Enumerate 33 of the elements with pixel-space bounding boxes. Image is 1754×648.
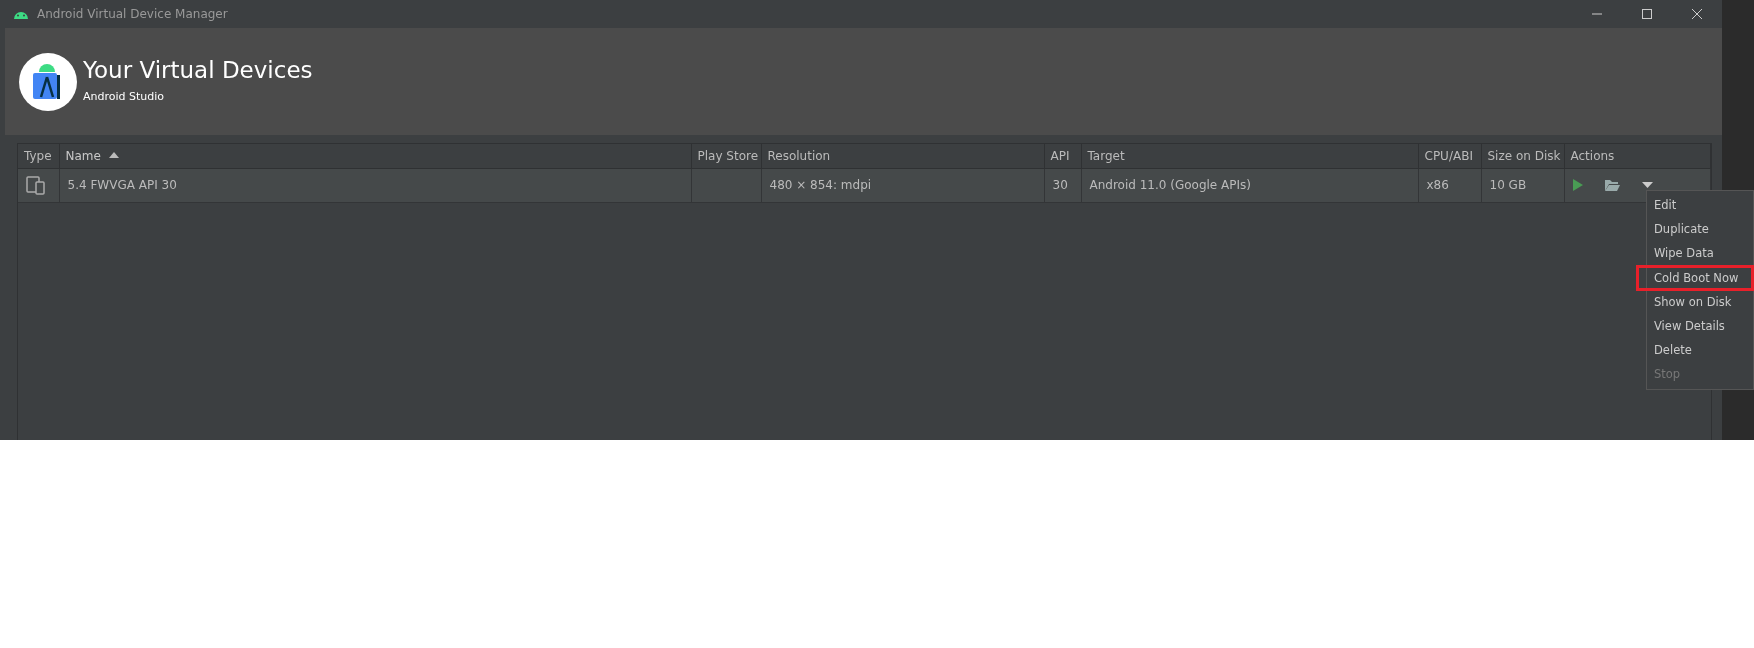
android-studio-logo <box>19 52 77 111</box>
resolution-cell: 480 × 854: mdpi <box>761 168 1044 202</box>
phone-tablet-icon <box>26 175 46 195</box>
cpu-cell: x86 <box>1418 168 1481 202</box>
menu-item[interactable]: View Details <box>1647 313 1753 339</box>
page-title: Your Virtual Devices <box>83 57 313 83</box>
maximize-icon <box>1641 8 1653 20</box>
menu-item[interactable]: Cold Boot Now <box>1637 265 1753 290</box>
menu-item[interactable]: Show on Disk <box>1647 289 1753 314</box>
column-header[interactable]: Type <box>18 144 59 168</box>
size-cell: 10 GB <box>1481 168 1564 202</box>
play-icon[interactable] <box>1572 179 1583 191</box>
menu-item[interactable]: Duplicate <box>1647 217 1753 242</box>
target-cell: Android 11.0 (Google APIs) <box>1081 168 1418 202</box>
close-icon <box>1691 8 1703 20</box>
column-header[interactable]: CPU/ABI <box>1418 144 1481 168</box>
column-header[interactable]: API <box>1044 144 1081 168</box>
page-subtitle: Android Studio <box>83 88 166 105</box>
column-header[interactable]: Actions <box>1564 144 1711 168</box>
name-cell: 5.4 FWVGA API 30 <box>59 168 691 202</box>
sort-arrow-icon <box>108 150 119 159</box>
column-header[interactable]: Size on Disk <box>1481 144 1564 168</box>
menu-item[interactable]: Wipe Data <box>1647 241 1753 266</box>
column-header[interactable]: Target <box>1081 144 1418 168</box>
menu-item[interactable]: Edit <box>1647 193 1753 218</box>
column-header[interactable]: Play Store <box>691 144 761 168</box>
android-icon <box>13 9 29 19</box>
column-header[interactable]: Name <box>59 144 691 168</box>
window-title: Android Virtual Device Manager <box>37 6 228 23</box>
folder-icon[interactable] <box>1604 179 1620 191</box>
menu-item[interactable]: Delete <box>1647 338 1753 363</box>
dropdown-arrow-icon[interactable] <box>1641 182 1653 188</box>
column-header[interactable]: Resolution <box>761 144 1044 168</box>
